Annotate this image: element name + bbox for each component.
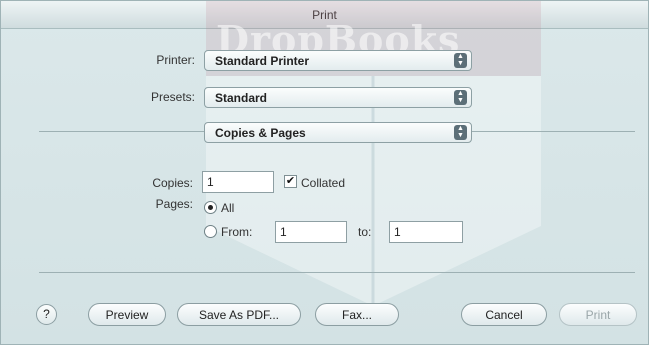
presets-label: Presets:: [150, 90, 195, 104]
collated-label: Collated: [301, 176, 346, 190]
pages-to-label: to:: [358, 225, 372, 239]
printer-value: Standard Printer: [215, 54, 310, 68]
popup-arrows-icon: ▲ ▼: [454, 53, 467, 68]
cancel-button[interactable]: Cancel: [461, 303, 547, 326]
printer-label: Printer:: [156, 53, 195, 67]
pages-from-label: From:: [221, 225, 253, 239]
panel-select[interactable]: Copies & Pages ▲ ▼: [204, 122, 472, 143]
presets-select[interactable]: Standard ▲ ▼: [204, 87, 472, 108]
print-dialog: Print DropBooks Printer: Standard Printe…: [0, 0, 649, 345]
pages-from-radio[interactable]: [204, 225, 217, 238]
pages-to-field[interactable]: 1: [389, 221, 463, 243]
popup-arrows-icon: ▲ ▼: [454, 125, 467, 140]
presets-value: Standard: [215, 91, 268, 105]
save-as-pdf-button[interactable]: Save As PDF...: [177, 303, 301, 326]
help-icon: ?: [43, 307, 50, 321]
pages-all-label: All: [221, 201, 235, 215]
copies-label: Copies:: [152, 176, 193, 190]
collated-checkbox[interactable]: ✔: [284, 175, 297, 188]
pages-all-radio[interactable]: [204, 201, 217, 214]
preview-button[interactable]: Preview: [88, 303, 166, 326]
help-button[interactable]: ?: [36, 304, 57, 325]
copies-field[interactable]: 1: [202, 171, 274, 193]
popup-arrows-icon: ▲ ▼: [454, 90, 467, 105]
printer-select[interactable]: Standard Printer ▲ ▼: [204, 50, 472, 71]
fax-button[interactable]: Fax...: [315, 303, 399, 326]
pages-label: Pages:: [155, 197, 193, 211]
separator: [39, 272, 635, 273]
pages-from-field[interactable]: 1: [275, 221, 347, 243]
panel-value: Copies & Pages: [215, 126, 306, 140]
print-button[interactable]: Print: [559, 303, 637, 326]
